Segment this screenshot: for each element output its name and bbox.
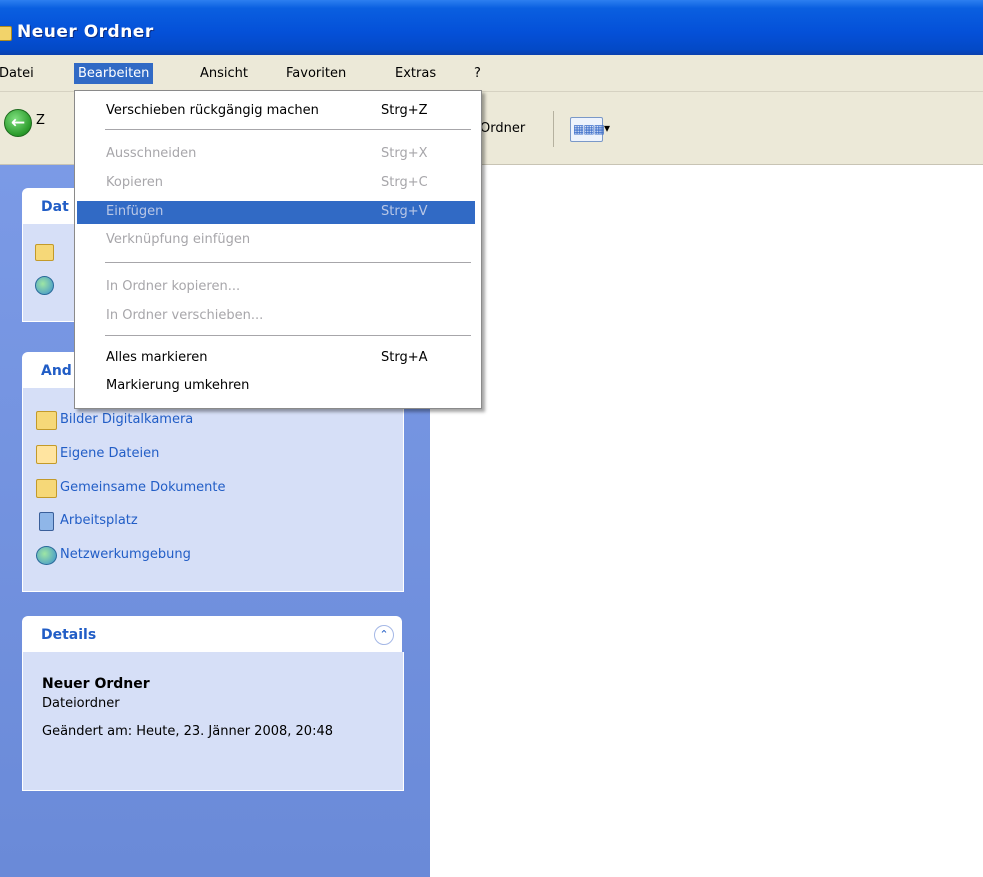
- folder-icon: [36, 411, 57, 430]
- link-label: Eigene Dateien: [60, 446, 160, 461]
- menu-separator: [105, 262, 471, 264]
- menu-item-copy-to-folder[interactable]: In Ordner kopieren...: [77, 277, 475, 297]
- menu-favoriten[interactable]: Favoriten: [282, 63, 350, 84]
- menu-item-shortcut: Strg+A: [381, 350, 428, 365]
- toolbar-separator: [553, 111, 554, 147]
- collapse-chevron-icon[interactable]: ⌃: [374, 625, 394, 645]
- menu-datei[interactable]: Datei: [0, 63, 38, 84]
- menu-item-undo[interactable]: Verschieben rückgängig machen Strg+Z: [77, 101, 475, 121]
- link-label: Bilder Digitalkamera: [60, 412, 194, 427]
- menu-item-label: Alles markieren: [106, 350, 208, 365]
- menu-item-label: Ausschneiden: [106, 146, 197, 161]
- menu-item-cut[interactable]: Ausschneiden Strg+X: [77, 144, 475, 164]
- menu-item-label: In Ordner kopieren...: [106, 279, 241, 294]
- back-arrow-icon[interactable]: ←: [4, 109, 32, 137]
- details-modified-date: Geändert am: Heute, 23. Jänner 2008, 20:…: [42, 724, 333, 739]
- menu-item-shortcut: Strg+C: [381, 175, 428, 190]
- menu-item-label: Verschieben rückgängig machen: [106, 103, 319, 118]
- menu-item-label: Markierung umkehren: [106, 378, 250, 393]
- title-bar[interactable]: Neuer Ordner: [0, 0, 983, 55]
- my-documents-icon: [36, 445, 57, 464]
- folder-icon: [0, 26, 12, 41]
- menu-separator: [105, 335, 471, 337]
- publish-web-icon[interactable]: [35, 276, 54, 295]
- chevron-down-icon[interactable]: ▾: [604, 121, 610, 135]
- file-tasks-panel-title: Dat: [41, 199, 69, 215]
- folders-button[interactable]: Ordner: [480, 121, 525, 136]
- menu-bearbeiten[interactable]: Bearbeiten: [74, 63, 154, 84]
- menu-item-label: Einfügen: [106, 204, 164, 219]
- menu-help[interactable]: ?: [470, 63, 485, 84]
- menu-item-move-to-folder[interactable]: In Ordner verschieben...: [77, 306, 475, 326]
- computer-icon: [39, 512, 54, 531]
- menu-item-shortcut: Strg+X: [381, 146, 428, 161]
- menu-item-shortcut: Strg+Z: [381, 103, 428, 118]
- menu-item-paste[interactable]: Einfügen Strg+V: [77, 201, 475, 224]
- menu-item-label: Verknüpfung einfügen: [106, 232, 251, 247]
- details-item-name: Neuer Ordner: [42, 676, 150, 692]
- details-item-type: Dateiordner: [42, 696, 120, 711]
- folder-icon: [36, 479, 57, 498]
- menu-separator: [105, 129, 471, 131]
- menu-extras[interactable]: Extras: [391, 63, 440, 84]
- menu-item-paste-shortcut[interactable]: Verknüpfung einfügen: [77, 230, 475, 250]
- menu-item-label: In Ordner verschieben...: [106, 308, 264, 323]
- menu-item-invert-selection[interactable]: Markierung umkehren: [77, 376, 475, 396]
- edit-menu-dropdown: Verschieben rückgängig machen Strg+Z Aus…: [74, 90, 482, 409]
- details-panel-title: Details: [41, 627, 97, 643]
- menu-item-label: Kopieren: [106, 175, 163, 190]
- network-icon: [36, 546, 57, 565]
- back-button-label[interactable]: Z: [36, 113, 45, 128]
- views-grid-icon: ▦▦▦: [573, 122, 605, 136]
- new-folder-icon[interactable]: [35, 244, 54, 261]
- menu-item-select-all[interactable]: Alles markieren Strg+A: [77, 348, 475, 368]
- details-panel-header[interactable]: Details ⌃: [22, 616, 402, 652]
- menu-ansicht[interactable]: Ansicht: [196, 63, 252, 84]
- menu-item-shortcut: Strg+V: [381, 204, 428, 219]
- window-title: Neuer Ordner: [17, 22, 154, 42]
- other-places-panel-title: And: [41, 363, 72, 379]
- menu-item-copy[interactable]: Kopieren Strg+C: [77, 173, 475, 193]
- link-label: Arbeitsplatz: [60, 513, 138, 528]
- link-label: Netzwerkumgebung: [60, 547, 191, 562]
- menu-bar: Datei Bearbeiten Ansicht Favoriten Extra…: [0, 55, 983, 92]
- link-label: Gemeinsame Dokumente: [60, 480, 226, 495]
